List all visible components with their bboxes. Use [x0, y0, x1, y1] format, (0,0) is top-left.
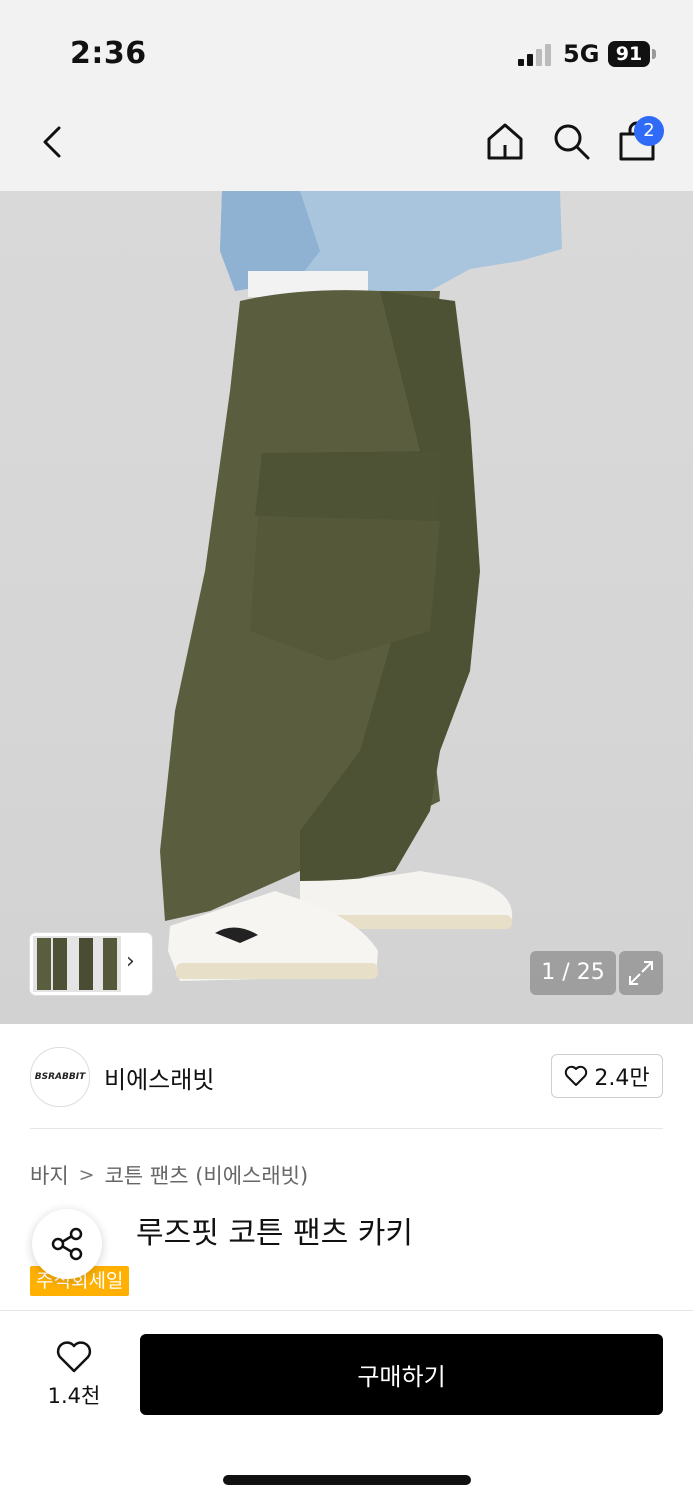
battery-tip: [652, 49, 656, 59]
share-icon: [51, 1227, 83, 1261]
thumbnail-images: [33, 936, 121, 992]
like-button[interactable]: 1.4천: [40, 1340, 108, 1412]
cellular-signal-icon: [518, 44, 551, 66]
expand-button[interactable]: [619, 951, 663, 995]
image-counter: 1 / 25: [530, 951, 616, 995]
product-image[interactable]: [0, 191, 693, 1024]
status-bar: 2:36 5G 91: [0, 0, 693, 96]
thumbnail-strip[interactable]: ›: [30, 933, 152, 995]
brand-logo[interactable]: BSRABBIT: [30, 1047, 90, 1107]
brand-name[interactable]: 비에스래빗: [104, 1060, 214, 1095]
buy-button[interactable]: 구매하기: [140, 1334, 663, 1415]
share-button[interactable]: [32, 1209, 102, 1279]
breadcrumb-subcategory[interactable]: 코튼 팬츠 (비에스래빗): [105, 1160, 309, 1190]
chevron-left-icon: [43, 126, 61, 158]
like-count: 1.4천: [47, 1384, 101, 1408]
heart-icon: [56, 1341, 92, 1373]
breadcrumb: 바지 > 코튼 팬츠 (비에스래빗): [30, 1160, 308, 1190]
divider: [30, 1128, 663, 1129]
search-icon: [554, 124, 590, 160]
back-button[interactable]: [30, 120, 74, 164]
brand-like-count: 2.4만: [594, 1066, 650, 1091]
home-icon: [487, 123, 523, 160]
breadcrumb-separator: >: [78, 1164, 95, 1186]
expand-icon: [629, 961, 653, 985]
battery-level: 91: [615, 43, 643, 65]
battery-icon: 91: [608, 41, 650, 67]
breadcrumb-category[interactable]: 바지: [30, 1160, 69, 1190]
cart-count-badge: 2: [634, 116, 664, 146]
brand-like-button[interactable]: 2.4만: [551, 1054, 663, 1098]
thumbnail-preview: [37, 938, 117, 990]
nav-bar: [0, 96, 693, 191]
network-type: 5G: [563, 40, 600, 68]
home-button[interactable]: [482, 118, 528, 164]
heart-icon: [565, 1065, 588, 1086]
chevron-right-icon: ›: [126, 949, 135, 974]
product-title-text: 루즈핏 코튼 팬츠 카키: [136, 1216, 414, 1251]
brand-logo-text: BSRABBIT: [34, 1072, 86, 1082]
home-indicator: [223, 1475, 471, 1485]
search-button[interactable]: [548, 118, 594, 164]
status-time: 2:36: [70, 36, 147, 71]
product-photo-illustration: [160, 191, 562, 981]
